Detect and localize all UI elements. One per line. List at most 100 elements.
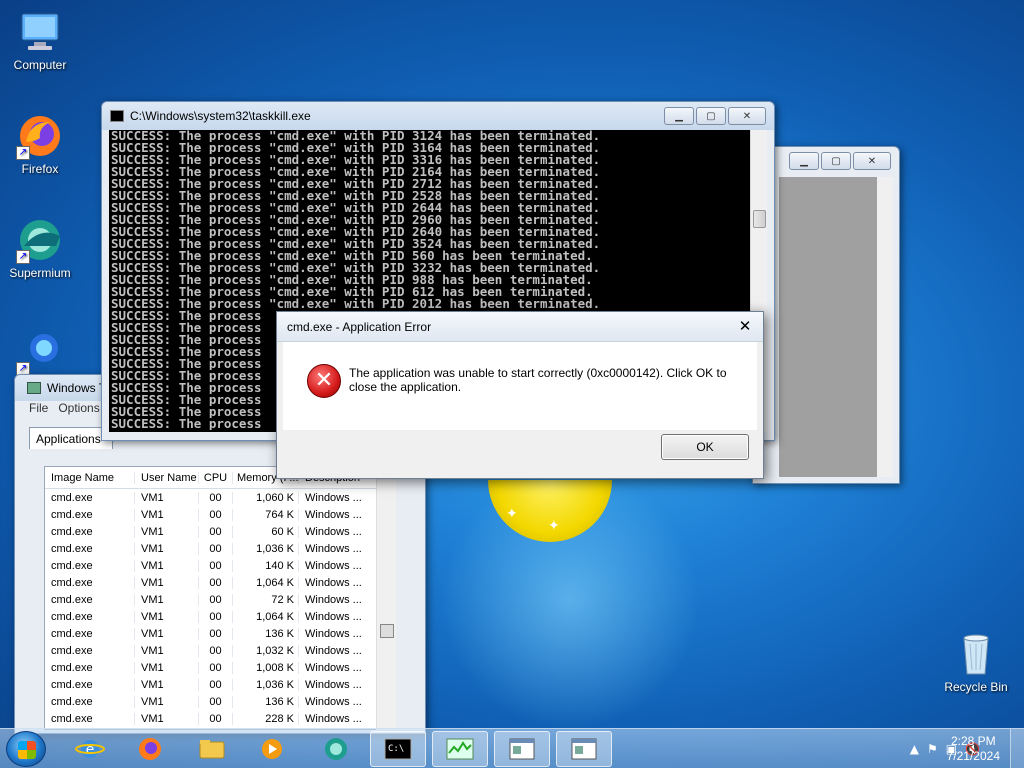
table-row[interactable]: cmd.exe VM1 00 228 K Windows ...	[45, 710, 395, 727]
table-row[interactable]: cmd.exe VM1 00 140 K Windows ...	[45, 557, 395, 574]
close-icon[interactable]: ✕	[728, 107, 766, 125]
process-user-name: VM1	[135, 508, 199, 521]
console-line: SUCCESS: The process "cmd.exe" with PID …	[111, 238, 601, 250]
internet-explorer-icon: e	[75, 740, 105, 758]
table-row[interactable]: cmd.exe VM1 00 136 K Windows ...	[45, 625, 395, 642]
supermium-icon	[325, 738, 347, 760]
clock-time: 2:28 PM	[950, 734, 996, 748]
table-row[interactable]: cmd.exe VM1 00 1,036 K Windows ...	[45, 540, 395, 557]
table-row[interactable]: cmd.exe VM1 00 1,064 K Windows ...	[45, 608, 395, 625]
process-memory: 1,060 K	[233, 491, 299, 504]
taskbar-task-manager[interactable]	[432, 731, 488, 767]
desktop-icon-label: Supermium	[9, 266, 71, 280]
show-desktop-button[interactable]	[1010, 729, 1024, 768]
minimize-icon[interactable]: ▁	[664, 107, 694, 125]
close-icon[interactable]: ✕	[735, 318, 755, 336]
process-cpu: 00	[199, 712, 233, 725]
process-image-name: cmd.exe	[45, 576, 135, 589]
desktop-icon-edge[interactable]: ↗	[2, 328, 78, 378]
column-cpu[interactable]: CPU	[199, 471, 233, 484]
start-button[interactable]	[6, 731, 46, 767]
table-row[interactable]: cmd.exe VM1 00 136 K Windows ...	[45, 693, 395, 710]
process-cpu: 00	[199, 627, 233, 640]
taskbar-internet-explorer[interactable]: e	[62, 731, 118, 767]
process-cpu: 00	[199, 542, 233, 555]
clock-date: 7/21/2024	[946, 749, 1000, 763]
task-manager-icon	[446, 738, 474, 760]
process-user-name: VM1	[135, 576, 199, 589]
maximize-icon[interactable]: ▢	[821, 152, 851, 170]
table-row[interactable]: cmd.exe VM1 00 764 K Windows ...	[45, 506, 395, 523]
table-row[interactable]: cmd.exe VM1 00 60 K Windows ...	[45, 523, 395, 540]
ok-button[interactable]: OK	[661, 434, 749, 460]
show-hidden-icons-icon[interactable]: ▲	[910, 742, 919, 756]
process-list-scrollbar[interactable]	[376, 466, 396, 730]
action-center-flag-icon[interactable]: ⚑	[927, 742, 938, 756]
scrollbar-thumb[interactable]	[380, 624, 394, 638]
process-cpu: 00	[199, 610, 233, 623]
taskbar-window[interactable]	[494, 731, 550, 767]
column-user-name[interactable]: User Name	[135, 471, 199, 484]
taskbar-supermium[interactable]	[308, 731, 364, 767]
desktop-icon-recycle-bin[interactable]: Recycle Bin	[938, 630, 1014, 694]
cmd-icon	[110, 110, 124, 122]
application-error-dialog[interactable]: cmd.exe - Application Error ✕ ✕ The appl…	[276, 311, 764, 479]
close-icon[interactable]: ✕	[853, 152, 891, 170]
media-player-icon	[262, 739, 282, 759]
process-memory: 136 K	[233, 627, 299, 640]
explorer-icon	[199, 740, 225, 759]
taskbar-media-player[interactable]	[244, 731, 300, 767]
process-user-name: VM1	[135, 712, 199, 725]
console-line: SUCCESS: The process "cmd.exe" with PID …	[111, 142, 601, 154]
process-user-name: VM1	[135, 559, 199, 572]
process-memory: 1,064 K	[233, 576, 299, 589]
console-line: SUCCESS: The process "cmd.exe" with PID …	[111, 178, 601, 190]
process-image-name: cmd.exe	[45, 508, 135, 521]
process-cpu: 00	[199, 644, 233, 657]
process-image-name: cmd.exe	[45, 644, 135, 657]
process-image-name: cmd.exe	[45, 491, 135, 504]
supermium-icon: ↗	[16, 216, 64, 264]
menu-file[interactable]: File	[29, 401, 48, 415]
process-memory: 1,008 K	[233, 661, 299, 674]
process-image-name: cmd.exe	[45, 610, 135, 623]
desktop-icon-label: Firefox	[21, 162, 59, 176]
window-scrollbar[interactable]	[877, 177, 893, 477]
process-description: Windows ...	[305, 491, 362, 504]
console-line: SUCCESS: The process "cmd.exe" with PID …	[111, 286, 593, 298]
menu-options[interactable]: Options	[58, 401, 99, 415]
minimize-icon[interactable]: ▁	[789, 152, 819, 170]
desktop-icon-firefox[interactable]: ↗ Firefox	[2, 112, 78, 176]
column-image-name[interactable]: Image Name	[45, 471, 135, 484]
table-row[interactable]: cmd.exe VM1 00 1,036 K Windows ...	[45, 676, 395, 693]
table-row[interactable]: cmd.exe VM1 00 1,060 K Windows ...	[45, 489, 395, 506]
desktop-icon-label: Recycle Bin	[944, 680, 1008, 694]
process-description: Windows ...	[305, 610, 362, 623]
desktop-icon-supermium[interactable]: ↗ Supermium	[2, 216, 78, 280]
process-user-name: VM1	[135, 525, 199, 538]
table-row[interactable]: cmd.exe VM1 00 1,008 K Windows ...	[45, 659, 395, 676]
cmd-icon: C:\	[384, 738, 412, 760]
taskbar-firefox[interactable]	[122, 731, 178, 767]
process-user-name: VM1	[135, 627, 199, 640]
taskbar-explorer[interactable]	[184, 731, 240, 767]
process-cpu: 00	[199, 491, 233, 504]
scrollbar-thumb[interactable]	[753, 210, 766, 228]
process-image-name: cmd.exe	[45, 593, 135, 606]
taskbar-window[interactable]	[556, 731, 612, 767]
sparkle: ✦	[506, 506, 518, 522]
clock[interactable]: 2:28 PM 7/21/2024	[947, 734, 1000, 764]
table-row[interactable]: cmd.exe VM1 00 1,032 K Windows ...	[45, 642, 395, 659]
process-cpu: 00	[199, 508, 233, 521]
process-list: Image Name User Name CPU Memory (P... De…	[44, 466, 396, 730]
maximize-icon[interactable]: ▢	[696, 107, 726, 125]
taskbar-cmd[interactable]: C:\	[370, 731, 426, 767]
process-memory: 140 K	[233, 559, 299, 572]
table-row[interactable]: cmd.exe VM1 00 1,064 K Windows ...	[45, 574, 395, 591]
table-row[interactable]: cmd.exe VM1 00 72 K Windows ...	[45, 591, 395, 608]
task-manager-title: Windows T	[47, 381, 107, 395]
process-description: Windows ...	[305, 678, 362, 691]
console-line: SUCCESS: The process "cmd.exe" with PID …	[111, 154, 601, 166]
desktop-icon-computer[interactable]: Computer	[2, 8, 78, 72]
dialog-title[interactable]: cmd.exe - Application Error	[277, 312, 763, 342]
